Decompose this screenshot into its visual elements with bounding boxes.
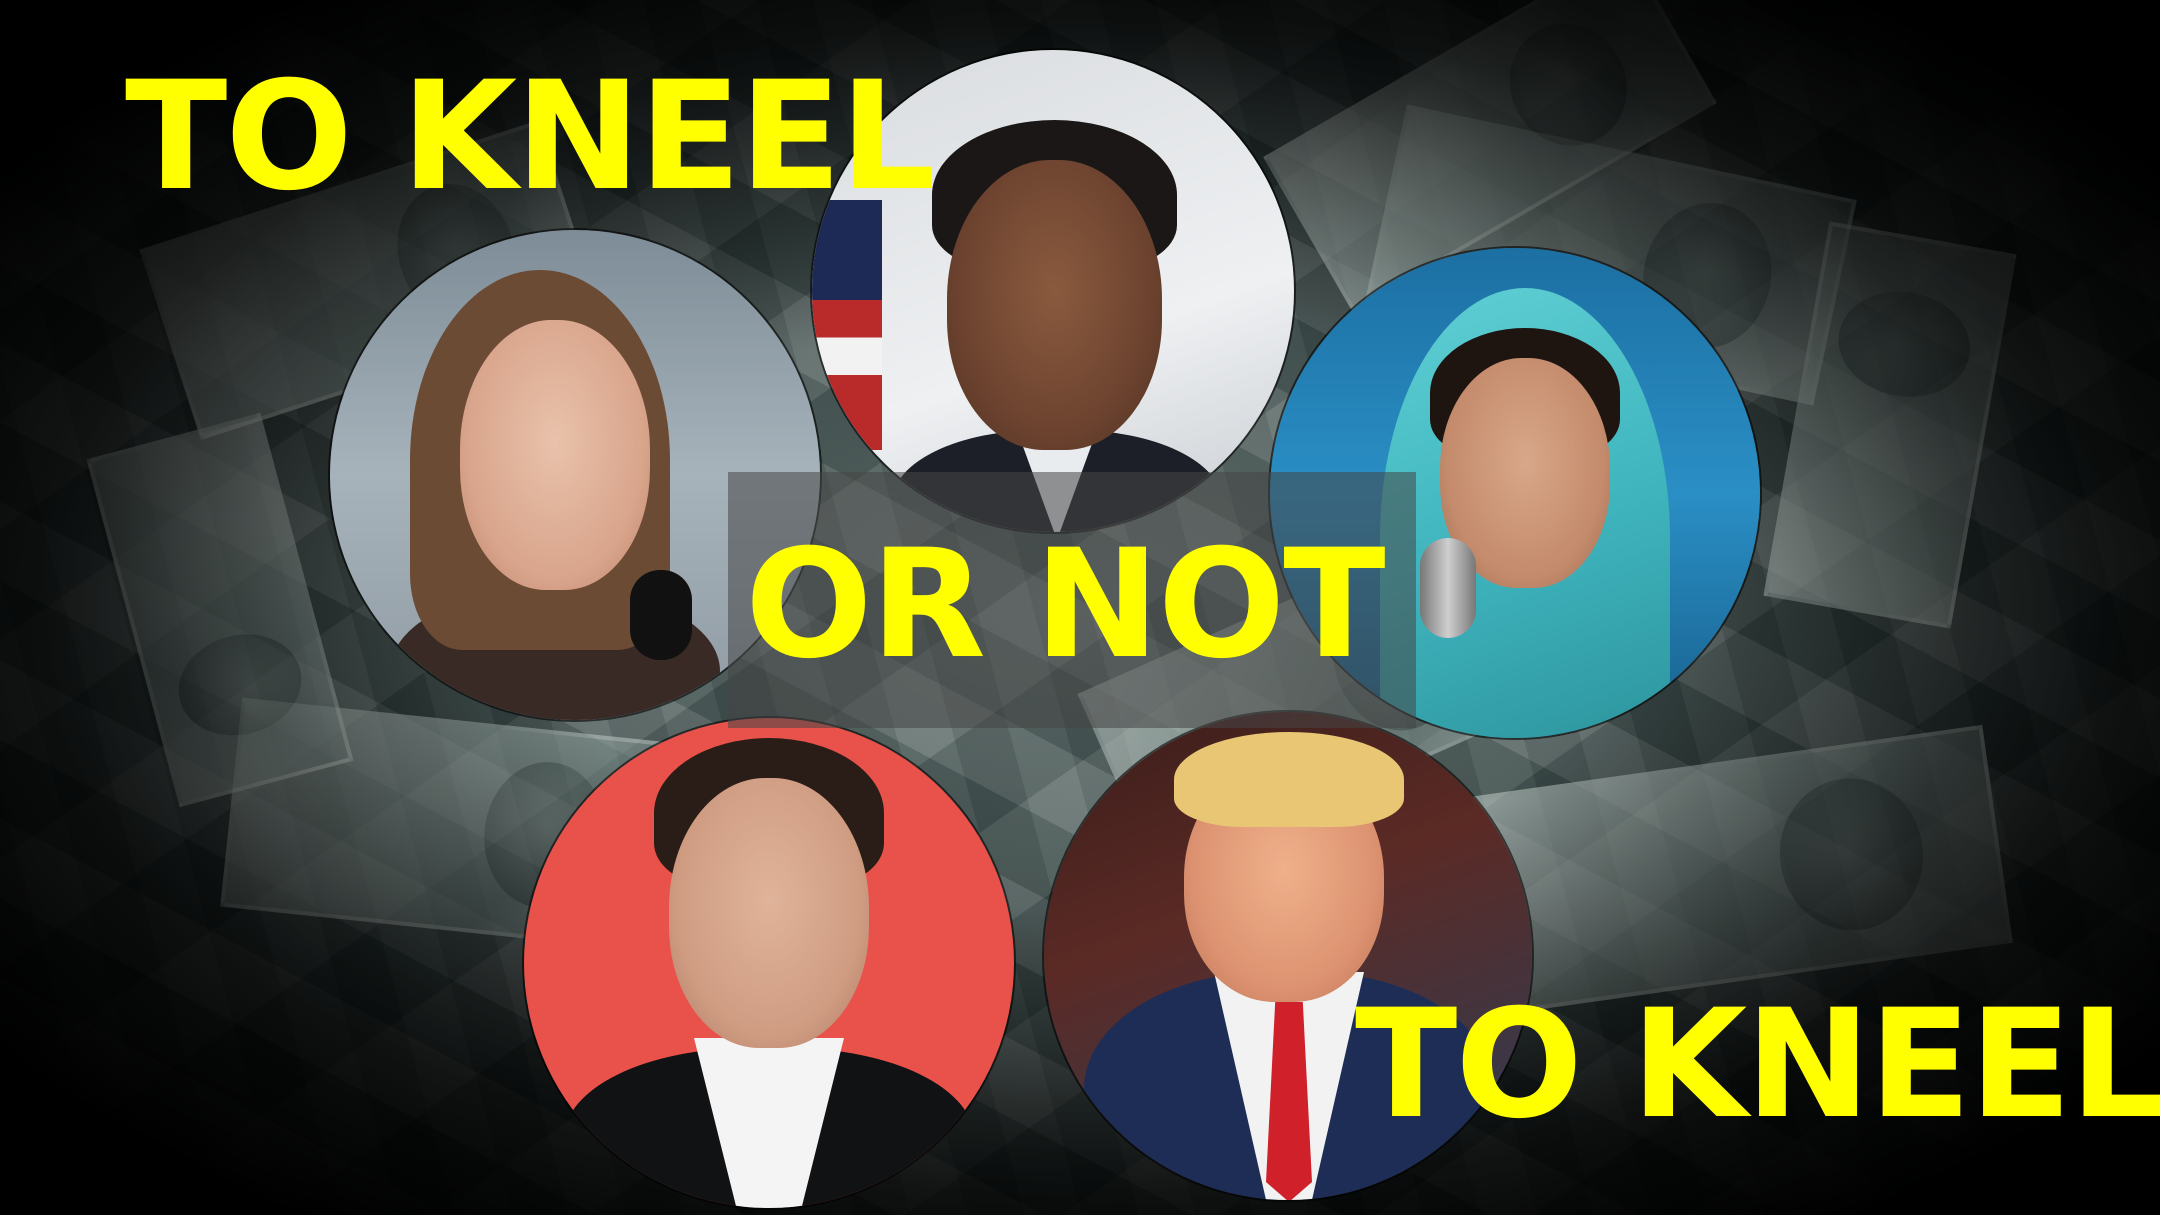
flag-icon (812, 200, 882, 450)
headline-bottom: TO KNEEL (1355, 978, 2160, 1152)
thumbnail-canvas: TO KNEEL OR NOT TO KNEEL (0, 0, 2160, 1215)
face (669, 778, 869, 1048)
headline-middle: OR NOT (745, 518, 1386, 692)
headline-top: TO KNEEL (125, 50, 935, 224)
hair (1174, 732, 1404, 827)
face (947, 160, 1162, 450)
microphone-icon (1420, 538, 1476, 638)
microphone-icon (630, 570, 692, 660)
face (460, 320, 650, 590)
portrait-bottom-left (524, 718, 1014, 1208)
